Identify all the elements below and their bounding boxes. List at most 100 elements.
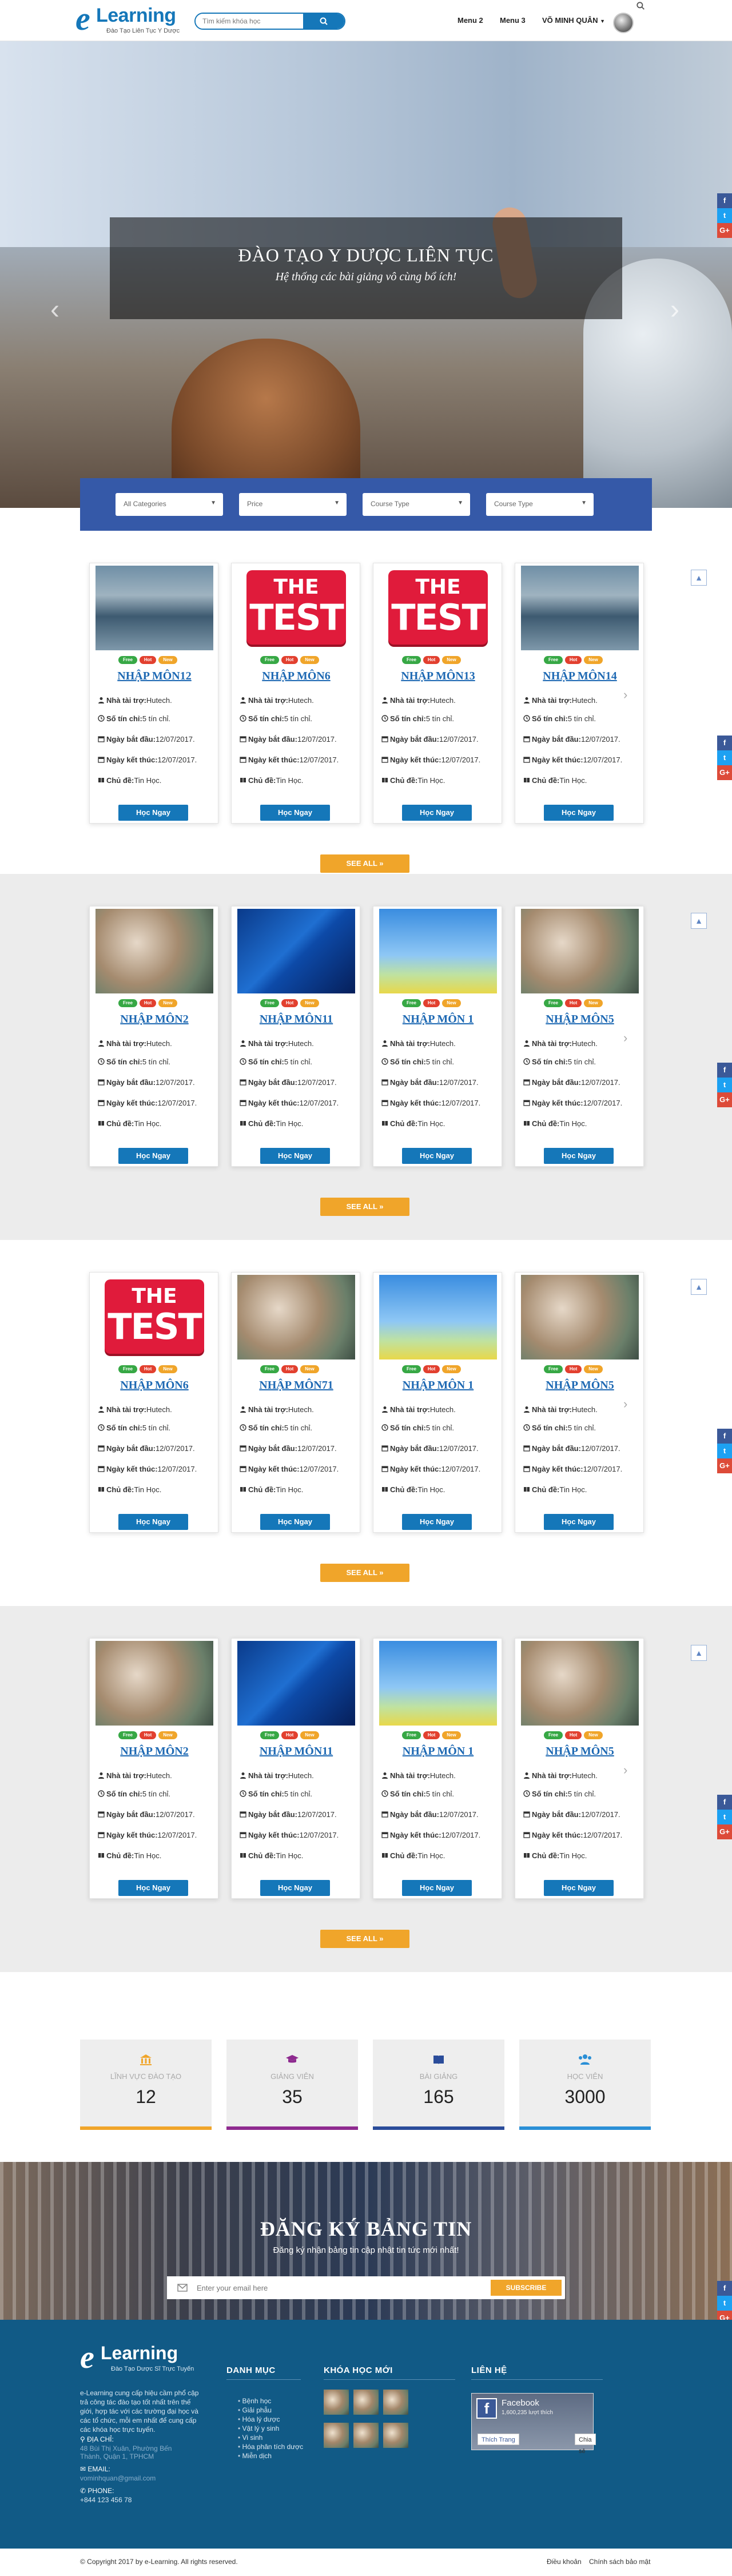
footer-course-thumb[interactable] [353,2423,379,2448]
course-title[interactable]: NHẬP MÔN5 [515,1379,645,1392]
enroll-button[interactable]: Học Ngay [260,1880,330,1896]
google-plus-icon[interactable]: G+ [717,1824,732,1839]
facebook-share-button[interactable]: Chia sẻ [575,2434,596,2455]
facebook-icon[interactable]: f [476,2398,497,2419]
course-card[interactable]: Free Hot New NHẬP MÔN11 Nhà tài trợ:Hutech… [231,1638,360,1899]
search-input[interactable] [196,14,304,29]
course-title[interactable]: NHẬP MÔN12 [90,670,219,683]
course-title[interactable]: NHẬP MÔN6 [232,670,361,683]
course-title[interactable]: NHẬP MÔN 1 [373,1013,503,1026]
enroll-button[interactable]: Học Ngay [118,805,188,821]
footer-logo[interactable]: e Learning Đào Tạo Dược Sĩ Trực Tuyến [80,2340,194,2377]
enroll-button[interactable]: Học Ngay [402,1880,472,1896]
course-card[interactable]: THE TEST Free Hot New NHẬP MÔN6 Nhà tài trợ… [89,1272,218,1533]
course-card[interactable]: Free Hot New NHẬP MÔN2 Nhà tài trợ:Hutech.… [89,906,218,1167]
user-menu[interactable]: VÕ MINH QUÂN ▼ [542,16,605,25]
enroll-button[interactable]: Học Ngay [544,805,614,821]
enroll-button[interactable]: Học Ngay [402,1514,472,1530]
course-title[interactable]: NHẬP MÔN71 [232,1379,361,1392]
footer-course-thumb[interactable] [324,2423,349,2448]
course-title[interactable]: NHẬP MÔN5 [515,1013,645,1026]
course-title[interactable]: NHẬP MÔN5 [515,1745,645,1758]
enroll-button[interactable]: Học Ngay [544,1514,614,1530]
facebook-icon[interactable]: f [717,2281,732,2296]
course-card[interactable]: Free Hot New NHẬP MÔN 1 Nhà tài trợ:Hutech… [373,1638,502,1899]
newsletter-email-input[interactable] [167,2276,487,2299]
course-card[interactable]: Free Hot New NHẬP MÔN2 Nhà tài trợ:Hutech.… [89,1638,218,1899]
enroll-button[interactable]: Học Ngay [402,1148,472,1164]
twitter-icon[interactable]: t [717,1810,732,1824]
nav-menu-2[interactable]: Menu 2 [458,16,483,25]
footer-menu-item[interactable]: Vật lý y sinh [238,2424,303,2433]
course-title[interactable]: NHẬP MÔN6 [90,1379,219,1392]
footer-course-thumb[interactable] [383,2390,408,2415]
avatar[interactable] [613,13,634,33]
facebook-icon[interactable]: f [717,1795,732,1810]
filter-course-type-2[interactable]: Course Type ▼ [486,493,594,516]
footer-menu-item[interactable]: Miễn dịch [238,2451,303,2460]
course-title[interactable]: NHẬP MÔN14 [515,670,645,683]
course-card[interactable]: Free Hot New NHẬP MÔN71 Nhà tài trợ:Hutech… [231,1272,360,1533]
see-all-button[interactable]: SEE ALL » [320,1930,409,1948]
course-title[interactable]: NHẬP MÔN2 [90,1745,219,1758]
search-button[interactable] [303,14,344,29]
slider-next-icon[interactable]: › [663,293,686,327]
twitter-icon[interactable]: t [717,208,732,223]
course-card[interactable]: Free Hot New NHẬP MÔN11 Nhà tài trợ:Hutech… [231,906,360,1167]
course-card[interactable]: Free Hot New NHẬP MÔN 1 Nhà tài trợ:Hutech… [373,906,502,1167]
logo[interactable]: e Learning Đào Tạo Liên Tục Y Dược [75,2,184,38]
filter-price[interactable]: Price ▼ [239,493,347,516]
course-card[interactable]: THE TEST Free Hot New NHẬP MÔN13 Nhà tài tr… [373,563,502,824]
facebook-icon[interactable]: f [717,1063,732,1078]
enroll-button[interactable]: Học Ngay [544,1148,614,1164]
scroll-up-icon[interactable]: ▲ [691,1279,707,1295]
slider-prev-icon[interactable]: ‹ [43,293,66,327]
course-title[interactable]: NHẬP MÔN 1 [373,1379,503,1392]
enroll-button[interactable]: Học Ngay [402,805,472,821]
twitter-icon[interactable]: t [717,1078,732,1092]
filter-course-type[interactable]: Course Type ▼ [363,493,470,516]
facebook-icon[interactable]: f [717,736,732,750]
nav-menu-3[interactable]: Menu 3 [500,16,526,25]
enroll-button[interactable]: Học Ngay [118,1880,188,1896]
facebook-like-button[interactable]: Thích Trang [478,2434,519,2445]
search-icon[interactable] [636,1,645,10]
enroll-button[interactable]: Học Ngay [260,1514,330,1530]
scroll-up-icon[interactable]: ▲ [691,913,707,929]
google-plus-icon[interactable]: G+ [717,1092,732,1107]
course-title[interactable]: NHẬP MÔN 1 [373,1745,503,1758]
filter-category[interactable]: All Categories ▼ [116,493,223,516]
course-title[interactable]: NHẬP MÔN11 [232,1745,361,1758]
scroll-up-icon[interactable]: ▲ [691,570,707,586]
privacy-link[interactable]: Chính sách bảo mật [589,2558,650,2566]
terms-link[interactable]: Điều khoản [547,2558,582,2566]
twitter-icon[interactable]: t [717,750,732,765]
carousel-next-icon[interactable]: › [623,1763,627,1778]
carousel-next-icon[interactable]: › [623,687,627,702]
see-all-button[interactable]: SEE ALL » [320,1198,409,1216]
course-title[interactable]: NHẬP MÔN2 [90,1013,219,1026]
footer-course-thumb[interactable] [353,2390,379,2415]
see-all-button[interactable]: SEE ALL » [320,1564,409,1582]
google-plus-icon[interactable]: G+ [717,765,732,780]
google-plus-icon[interactable]: G+ [717,223,732,238]
footer-menu-item[interactable]: Giải phẫu [238,2406,303,2415]
enroll-button[interactable]: Học Ngay [118,1148,188,1164]
footer-course-thumb[interactable] [324,2390,349,2415]
carousel-next-icon[interactable]: › [623,1397,627,1412]
course-card[interactable]: Free Hot New NHẬP MÔN12 Nhà tài trợ:Hutech… [89,563,218,824]
enroll-button[interactable]: Học Ngay [544,1880,614,1896]
facebook-page-name[interactable]: Facebook [502,2398,539,2408]
facebook-icon[interactable]: f [717,193,732,208]
footer-menu-item[interactable]: Vi sinh [238,2433,303,2442]
carousel-next-icon[interactable]: › [623,1031,627,1045]
enroll-button[interactable]: Học Ngay [118,1514,188,1530]
enroll-button[interactable]: Học Ngay [260,805,330,821]
footer-menu-item[interactable]: Hóa lý dược [238,2415,303,2424]
facebook-icon[interactable]: f [717,1429,732,1444]
twitter-icon[interactable]: t [717,1444,732,1458]
subscribe-button[interactable]: SUBSCRIBE [491,2280,562,2296]
course-card[interactable]: Free Hot New NHẬP MÔN 1 Nhà tài trợ:Hutech… [373,1272,502,1533]
footer-menu-item[interactable]: Bệnh học [238,2396,303,2406]
google-plus-icon[interactable]: G+ [717,1458,732,1473]
